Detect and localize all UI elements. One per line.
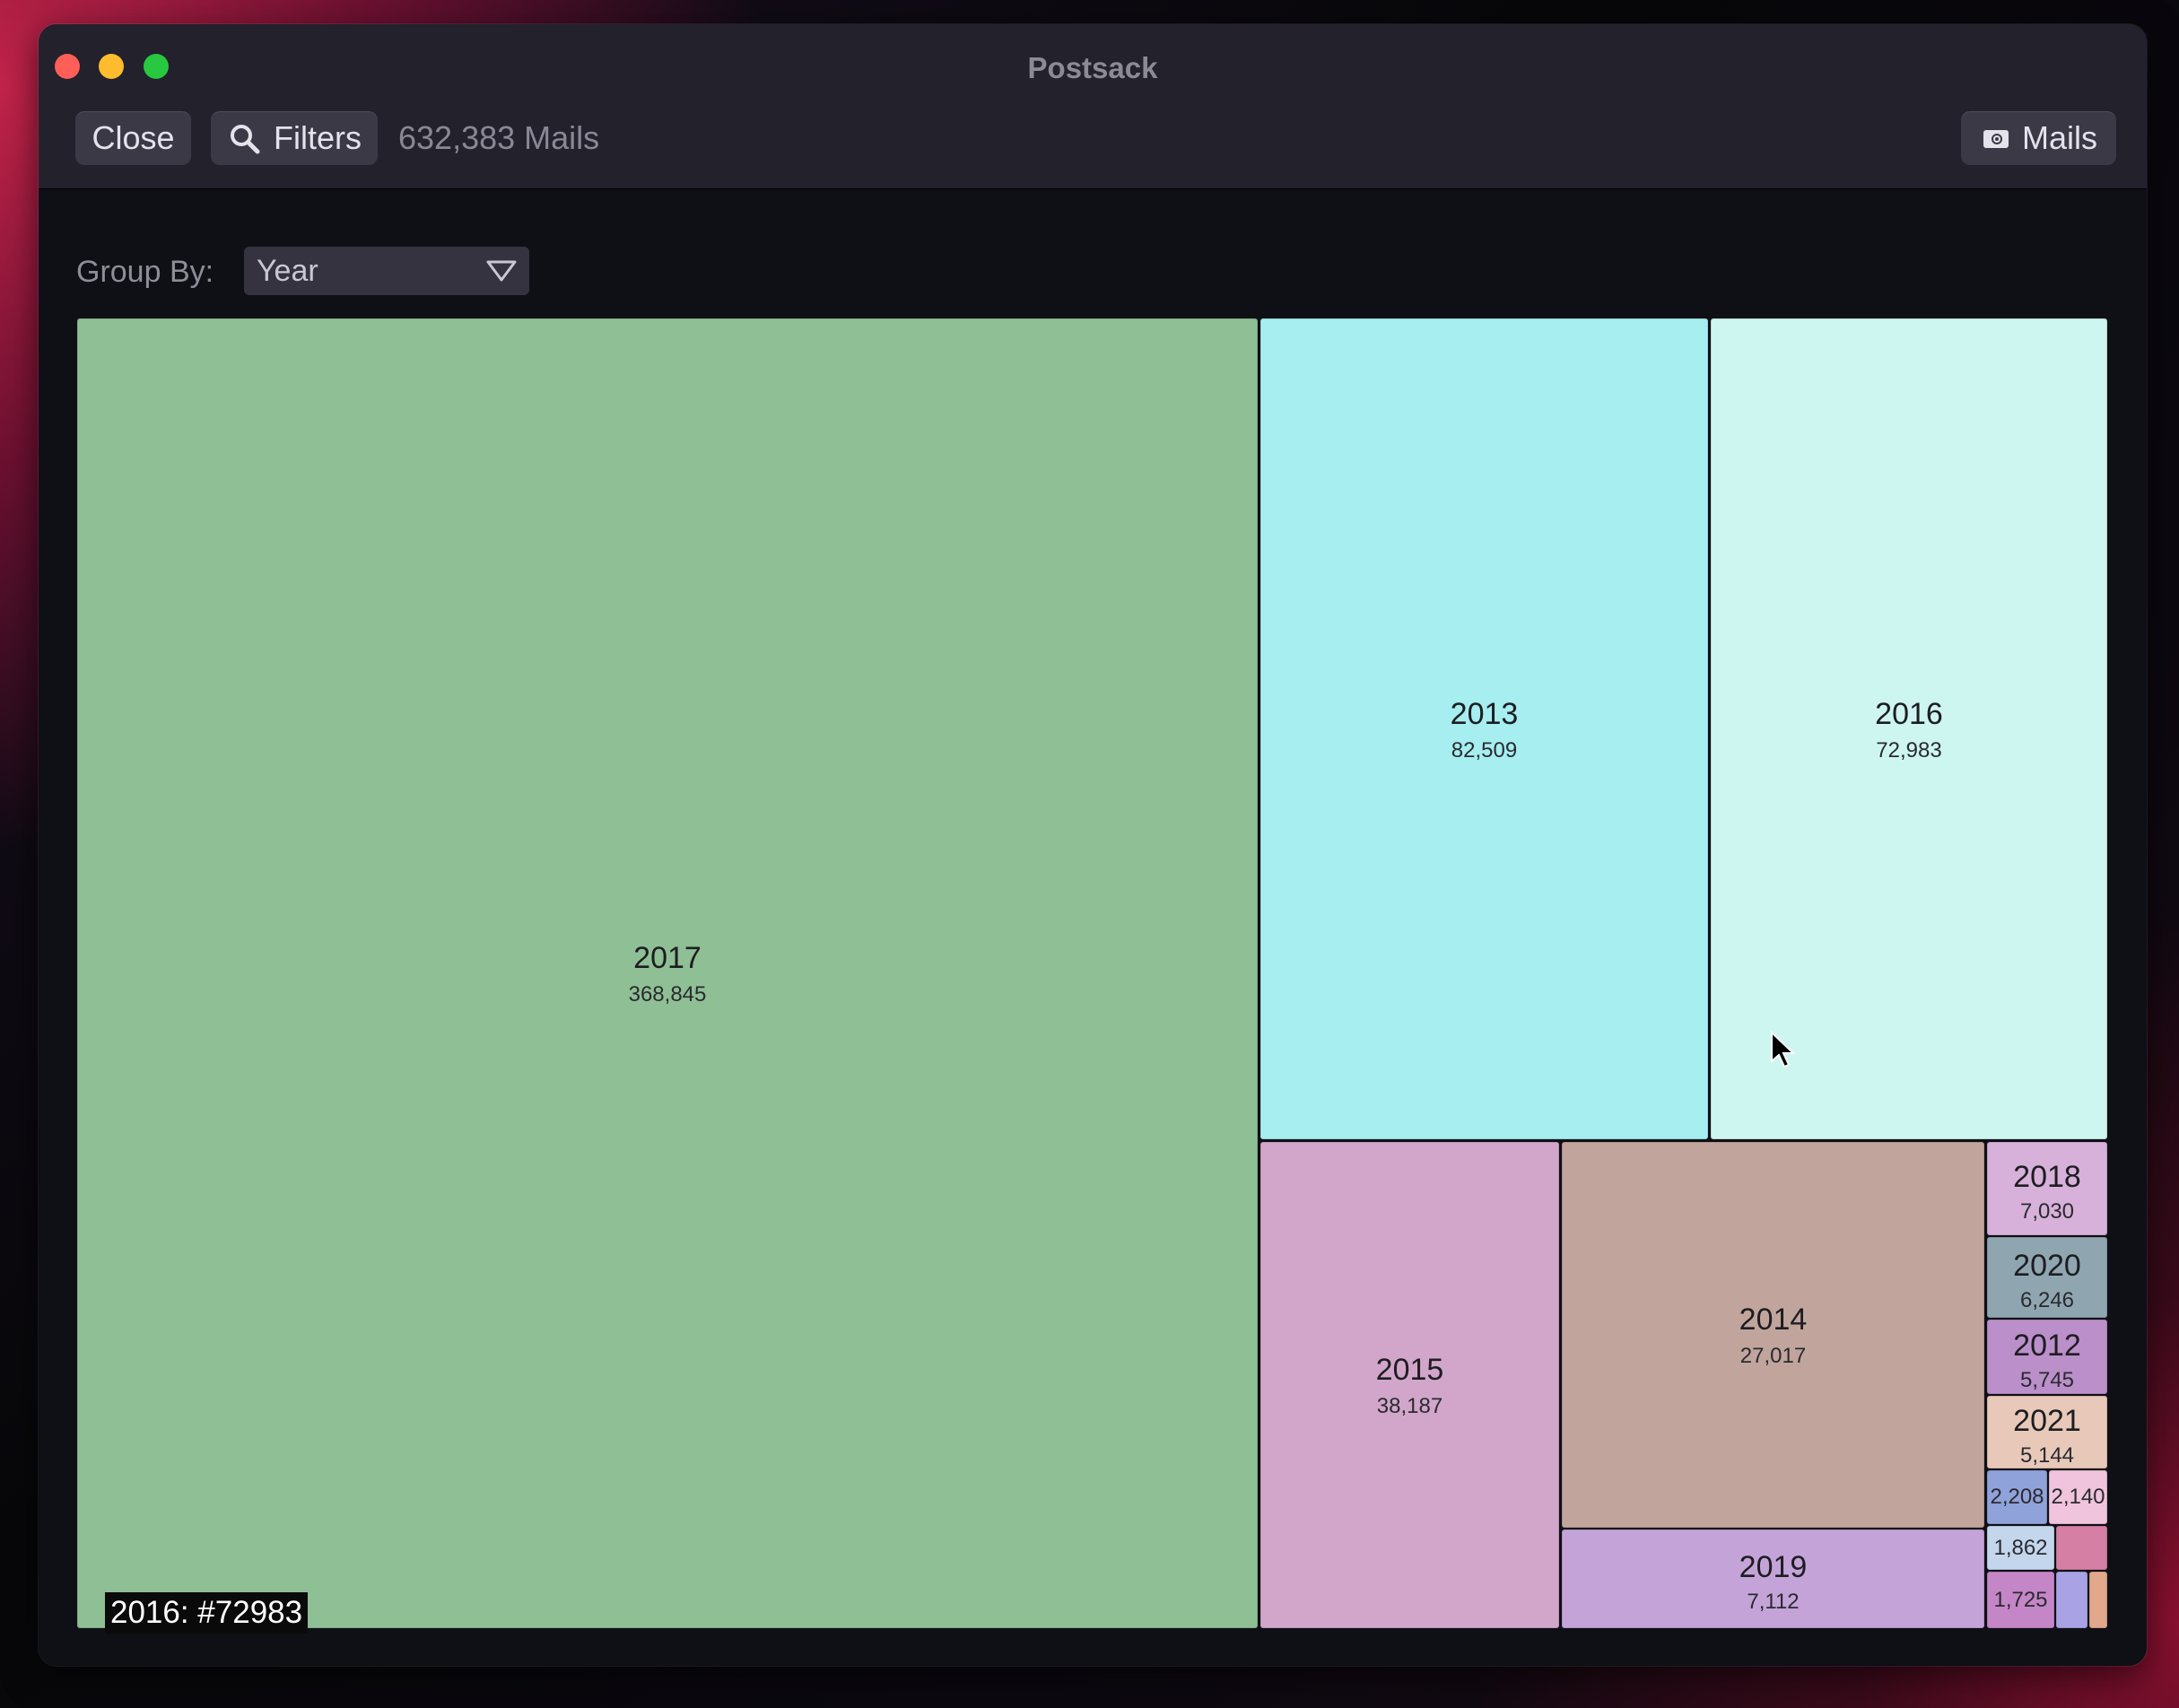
tile-year-label: 2019 xyxy=(1739,1550,1808,1584)
tile-2018[interactable]: 2018 7,030 xyxy=(1987,1142,2107,1235)
tile-count-label: 7,112 xyxy=(1747,1590,1800,1614)
app-window: Postsack Close Filters 632,383 Mails Mai… xyxy=(39,24,2147,1666)
filters-button[interactable]: Filters xyxy=(211,111,378,165)
tile-count-label: 5,745 xyxy=(2019,1367,2075,1392)
chevron-down-icon xyxy=(486,260,517,282)
tile-count-label: 1,725 xyxy=(1993,1587,2048,1612)
tile-count-label: 7,030 xyxy=(2019,1199,2075,1224)
tile-2017[interactable]: 2017 368,845 xyxy=(77,318,1258,1628)
close-button[interactable]: Close xyxy=(75,111,191,165)
tile-15[interactable] xyxy=(2056,1572,2087,1628)
tile-year-label: 2021 xyxy=(2013,1403,2081,1438)
tile-count-label: 2,140 xyxy=(2051,1485,2105,1509)
tile-count-label: 38,187 xyxy=(1376,1394,1443,1418)
tile-2021[interactable]: 2021 5,144 xyxy=(1987,1396,2107,1468)
tile-count-label: 82,509 xyxy=(1451,737,1518,762)
window-title: Postsack xyxy=(1027,51,1158,84)
tile-year-label: 2015 xyxy=(1375,1353,1444,1387)
group-by-dropdown[interactable]: Year xyxy=(244,247,529,295)
mail-count: 632,383 Mails xyxy=(398,119,600,156)
tile-year-label: 2014 xyxy=(1739,1303,1808,1337)
tile-2015[interactable]: 2015 38,187 xyxy=(1260,1142,1559,1628)
toolbar: Postsack Close Filters 632,383 Mails Mai… xyxy=(39,24,2147,189)
mails-button[interactable]: Mails xyxy=(1961,111,2116,165)
search-icon xyxy=(231,125,260,154)
tile-12[interactable]: 1,862 xyxy=(1987,1526,2054,1570)
mail-icon xyxy=(1983,130,2009,148)
filters-label: Filters xyxy=(274,119,362,156)
tile-year-label: 2013 xyxy=(1450,696,1519,731)
tile-count-label: 1,862 xyxy=(1993,1535,2048,1560)
tile-count-label: 368,845 xyxy=(628,982,707,1006)
tile-2016[interactable]: 2016 72,983 xyxy=(1711,318,2107,1139)
tile-year-label: 2020 xyxy=(2013,1249,2081,1283)
tile-14[interactable]: 1,725 xyxy=(1987,1572,2054,1628)
tile-2014[interactable]: 2014 27,017 xyxy=(1562,1142,1984,1528)
tile-2012[interactable]: 2012 5,745 xyxy=(1987,1320,2107,1394)
hover-tooltip: 2016: #72983 xyxy=(105,1592,309,1634)
treemap[interactable]: 2017 368,845 2013 82,509 2016 72,983 2015 38,18… xyxy=(77,318,2107,1628)
tile-13[interactable] xyxy=(2056,1526,2107,1570)
mails-label: Mails xyxy=(2022,119,2098,156)
tile-count-label: 27,017 xyxy=(1739,1344,1807,1368)
tile-16[interactable] xyxy=(2089,1572,2107,1628)
tile-count-label: 5,144 xyxy=(2019,1442,2075,1468)
group-by-selected: Year xyxy=(257,254,318,288)
tile-year-label: 2018 xyxy=(2013,1160,2081,1194)
tile-11[interactable]: 2,140 xyxy=(2049,1470,2107,1524)
tile-count-label: 2,208 xyxy=(1990,1485,2044,1509)
group-by-label: Group By: xyxy=(76,255,214,289)
tile-count-label: 72,983 xyxy=(1876,737,1942,762)
tile-year-label: 2016 xyxy=(1875,696,1943,731)
mouse-cursor-icon xyxy=(1771,1031,1796,1068)
tile-year-label: 2012 xyxy=(2013,1328,2081,1363)
tile-2013[interactable]: 2013 82,509 xyxy=(1260,318,1708,1139)
tile-2020[interactable]: 2020 6,246 xyxy=(1987,1237,2107,1318)
tile-count-label: 6,246 xyxy=(2019,1288,2075,1312)
tile-2019[interactable]: 2019 7,112 xyxy=(1562,1529,1984,1628)
tile-10[interactable]: 2,208 xyxy=(1987,1470,2047,1524)
tile-year-label: 2017 xyxy=(633,941,702,975)
